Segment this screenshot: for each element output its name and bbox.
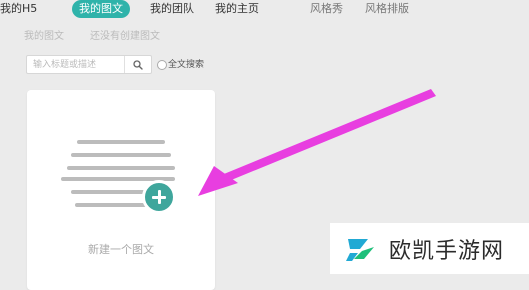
search-button[interactable] bbox=[124, 56, 151, 73]
search-input[interactable] bbox=[27, 56, 125, 73]
tab-my-homepage[interactable]: 我的主页 bbox=[215, 0, 259, 18]
tab-my-articles[interactable]: 我的图文 bbox=[72, 0, 130, 18]
search-icon bbox=[133, 59, 143, 70]
card-line bbox=[77, 140, 165, 144]
watermark: 欧凯手游网 bbox=[330, 223, 529, 274]
plus-icon bbox=[142, 180, 176, 214]
card-line bbox=[67, 166, 175, 170]
top-nav: 我的H5 我的图文 我的团队 我的主页 风格秀 风格排版 bbox=[0, 0, 529, 20]
tab-style-show[interactable]: 风格秀 bbox=[310, 0, 343, 18]
tab-my-h5[interactable]: 我的H5 bbox=[0, 0, 37, 18]
new-article-card[interactable]: 新建一个图文 bbox=[27, 90, 215, 290]
subtab-not-created[interactable]: 还没有创建图文 bbox=[90, 27, 160, 42]
subtab-my-articles[interactable]: 我的图文 bbox=[24, 27, 64, 42]
watermark-logo-icon bbox=[346, 238, 374, 261]
fulltext-search-label: 全文搜索 bbox=[168, 60, 205, 70]
card-line bbox=[75, 203, 149, 207]
fulltext-search-checkbox[interactable] bbox=[157, 60, 167, 70]
tab-style-layout[interactable]: 风格排版 bbox=[365, 0, 409, 18]
card-line bbox=[71, 153, 171, 157]
search-box bbox=[26, 55, 152, 74]
watermark-text: 欧凯手游网 bbox=[389, 238, 505, 264]
card-line bbox=[71, 190, 149, 194]
tab-my-team[interactable]: 我的团队 bbox=[150, 0, 194, 18]
new-article-label: 新建一个图文 bbox=[88, 243, 154, 256]
